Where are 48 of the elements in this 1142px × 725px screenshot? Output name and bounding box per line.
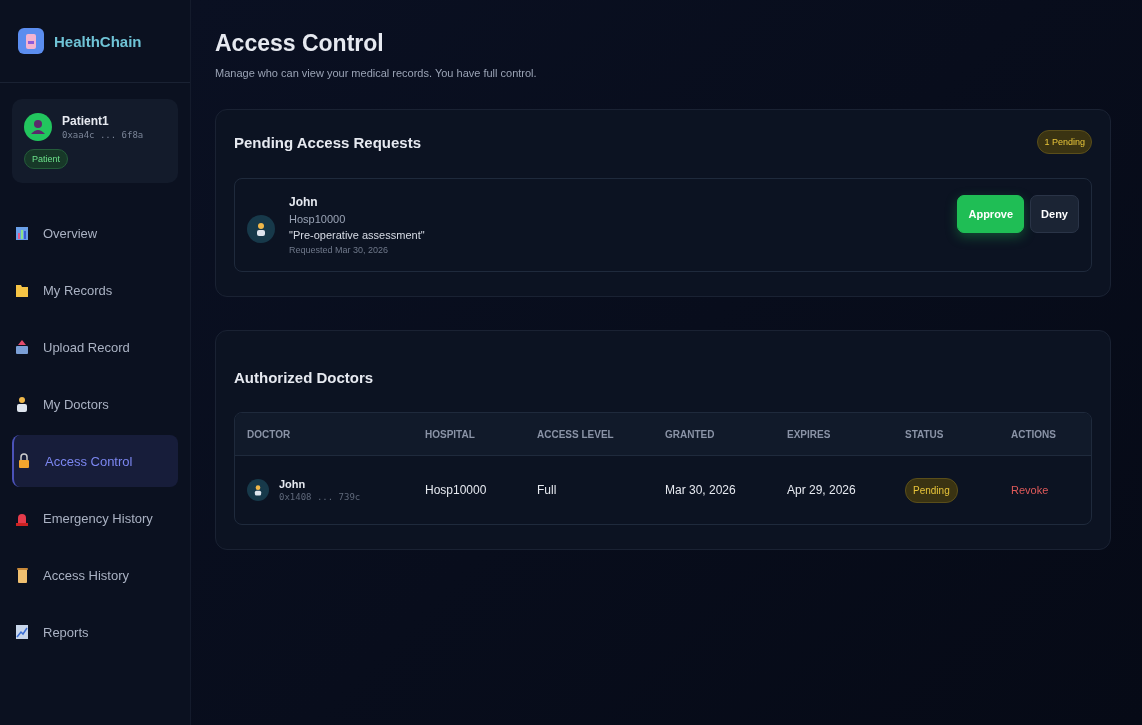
column-header: ACCESS LEVEL: [537, 428, 615, 440]
upload-icon: [15, 339, 29, 355]
column-header: HOSPITAL: [425, 428, 476, 440]
nav-item[interactable]: My Doctors: [12, 378, 178, 430]
column-header: STATUS: [905, 428, 945, 440]
table-cell-text: Apr 29, 2026: [787, 483, 857, 497]
column-header: EXPIRES: [787, 428, 832, 440]
doctor-name: John: [279, 478, 307, 490]
lock-icon: [17, 453, 31, 469]
table-cell-text: Mar 30, 2026: [665, 483, 737, 497]
folder-icon: [15, 282, 29, 298]
scroll-icon: [15, 567, 29, 583]
page-subtitle: Manage who can view your medical records. You have full control.: [215, 67, 538, 79]
role-badge: Patient: [24, 149, 69, 169]
nav-item[interactable]: My Records: [12, 264, 178, 316]
request-reason: "Pre-operative assessment": [289, 229, 426, 241]
doctor-name: John: [289, 195, 319, 209]
revoke-link[interactable]: Revoke: [1011, 484, 1049, 496]
deny-button[interactable]: Deny: [1030, 195, 1079, 233]
nav-item[interactable]: Access Control: [12, 435, 178, 487]
table-cell-text: Hosp10000: [425, 483, 488, 497]
chart-icon: [15, 225, 29, 241]
doctor-avatar-icon: [247, 479, 269, 501]
logo-icon: [18, 28, 44, 54]
doctor-icon: [15, 396, 29, 412]
nav-item[interactable]: Emergency History: [12, 492, 178, 544]
section-title: Authorized Doctors: [234, 369, 375, 386]
pending-badge: 1 Pending: [1037, 130, 1092, 154]
page-title: Access Control: [215, 30, 385, 57]
line-chart-icon: [15, 624, 29, 640]
column-header: GRANTED: [665, 428, 716, 440]
doctor-avatar-icon: [247, 215, 275, 243]
wallet-address: 0xaa4c ... 6f8a: [62, 130, 144, 140]
wallet-address: 0x1408 ... 739c: [279, 492, 361, 502]
hospital-name: Hosp10000: [289, 213, 347, 225]
status-badge: Pending: [905, 477, 958, 503]
column-header: ACTIONS: [1011, 428, 1057, 440]
column-header: DOCTOR: [247, 428, 292, 440]
request-date: Requested Mar 30, 2026: [289, 245, 390, 255]
nav-item[interactable]: Reports: [12, 606, 178, 658]
nav-item[interactable]: Access History: [12, 549, 178, 601]
section-title: Pending Access Requests: [234, 133, 421, 151]
brand-name: HealthChain: [54, 32, 142, 50]
table-cell-text: Full: [537, 483, 558, 497]
nav-item[interactable]: Overview: [12, 207, 178, 259]
user-name: Patient1: [62, 114, 110, 128]
nav-item[interactable]: Upload Record: [12, 321, 178, 373]
avatar-icon: [24, 113, 52, 141]
